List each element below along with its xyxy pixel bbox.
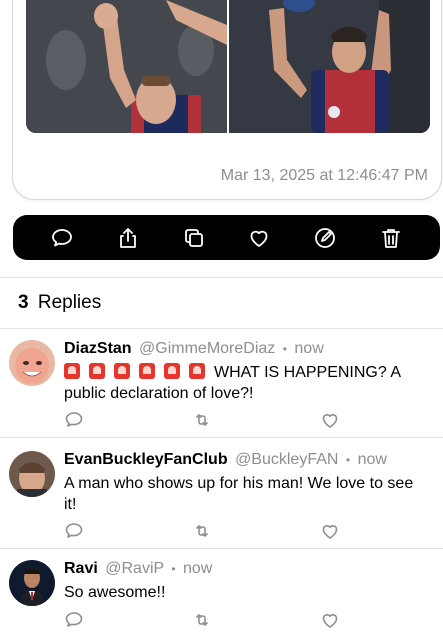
heart-icon [250, 230, 268, 247]
replies-count: 3 [18, 292, 29, 313]
reply-repost-button[interactable] [192, 410, 212, 430]
reply-separator: • [282, 342, 287, 356]
reply-author[interactable]: Ravi [64, 560, 98, 577]
like-button[interactable] [245, 224, 273, 252]
reply-author[interactable]: DiazStan [64, 340, 132, 357]
reply-separator: • [345, 453, 351, 467]
reply-header: DiazStan @GimmeMoreDiaz • now [64, 340, 324, 358]
replies-header: 3 Replies [18, 292, 101, 314]
repost-icon [196, 414, 208, 426]
reply-repost-button[interactable] [192, 521, 212, 541]
post-timestamp: Mar 13, 2025 at 12:46:47 PM [220, 167, 428, 184]
siren-icon [164, 363, 180, 379]
avatar-image [9, 560, 55, 606]
replies-label: Replies [37, 292, 102, 313]
avatar-image [9, 340, 55, 386]
siren-icon [89, 363, 105, 379]
comment-icon [52, 228, 72, 246]
avatar[interactable] [9, 340, 55, 386]
reply-actions [64, 521, 354, 541]
reply-comment-button[interactable] [64, 521, 84, 541]
comment-icon [65, 612, 83, 627]
reply-actions [64, 410, 354, 430]
reply-handle[interactable]: @RaviP [105, 560, 164, 577]
reply-comment-button[interactable] [64, 610, 84, 630]
avatar-image [9, 451, 55, 497]
post-action-bar [13, 215, 440, 260]
basketball-player-photo-left [26, 0, 227, 133]
copy-button[interactable] [180, 224, 208, 252]
heart-icon [322, 414, 338, 428]
basketball-player-photo-right [229, 0, 430, 133]
reply-comment-button[interactable] [64, 410, 84, 430]
reply-header: EvanBuckleyFanClub @BuckleyFAN • now [64, 451, 387, 469]
reply-text: A man who shows up for his man! We love … [64, 475, 414, 513]
repost-icon [196, 525, 208, 537]
repost-icon [196, 614, 208, 626]
comment-icon [65, 523, 83, 538]
reply-like-button[interactable] [320, 410, 340, 430]
section-divider [0, 328, 443, 329]
section-divider [0, 277, 443, 278]
avatar[interactable] [9, 560, 55, 606]
reply-repost-button[interactable] [192, 610, 212, 630]
siren-icon [189, 363, 205, 379]
share-button[interactable] [114, 224, 142, 252]
reply-text: So awesome!! [64, 584, 166, 601]
post-image-left[interactable] [26, 0, 227, 133]
reply-time: now [294, 340, 324, 357]
comment-button[interactable] [48, 224, 76, 252]
siren-icon [64, 363, 80, 379]
avatar[interactable] [9, 451, 55, 497]
siren-icon [114, 363, 130, 379]
copy-icon [184, 228, 203, 247]
reply-divider [0, 548, 443, 549]
siren-emoji-row [64, 363, 214, 381]
siren-icon [139, 363, 155, 379]
share-icon [119, 227, 136, 248]
edit-icon [315, 227, 336, 248]
reply-author[interactable]: EvanBuckleyFanClub [64, 451, 228, 468]
comment-icon [65, 412, 83, 427]
reply-actions [64, 610, 354, 630]
heart-icon [322, 525, 338, 539]
reply-time: now [357, 451, 387, 468]
reply-text: WHAT IS HAPPENING? A public declaration … [64, 362, 424, 404]
reply-handle[interactable]: @BuckleyFAN [235, 451, 338, 468]
delete-button[interactable] [377, 224, 405, 252]
reply-divider [0, 437, 443, 438]
reply-handle[interactable]: @GimmeMoreDiaz [139, 340, 275, 357]
trash-icon [382, 228, 400, 248]
post-image-right[interactable] [229, 0, 430, 133]
edit-button[interactable] [311, 224, 339, 252]
reply-separator: • [171, 562, 176, 576]
heart-icon [322, 614, 338, 628]
reply-like-button[interactable] [320, 521, 340, 541]
post-card: Mar 13, 2025 at 12:46:47 PM [12, 0, 442, 200]
reply-like-button[interactable] [320, 610, 340, 630]
reply-header: Ravi @RaviP • now [64, 560, 212, 578]
reply-time: now [183, 560, 213, 577]
